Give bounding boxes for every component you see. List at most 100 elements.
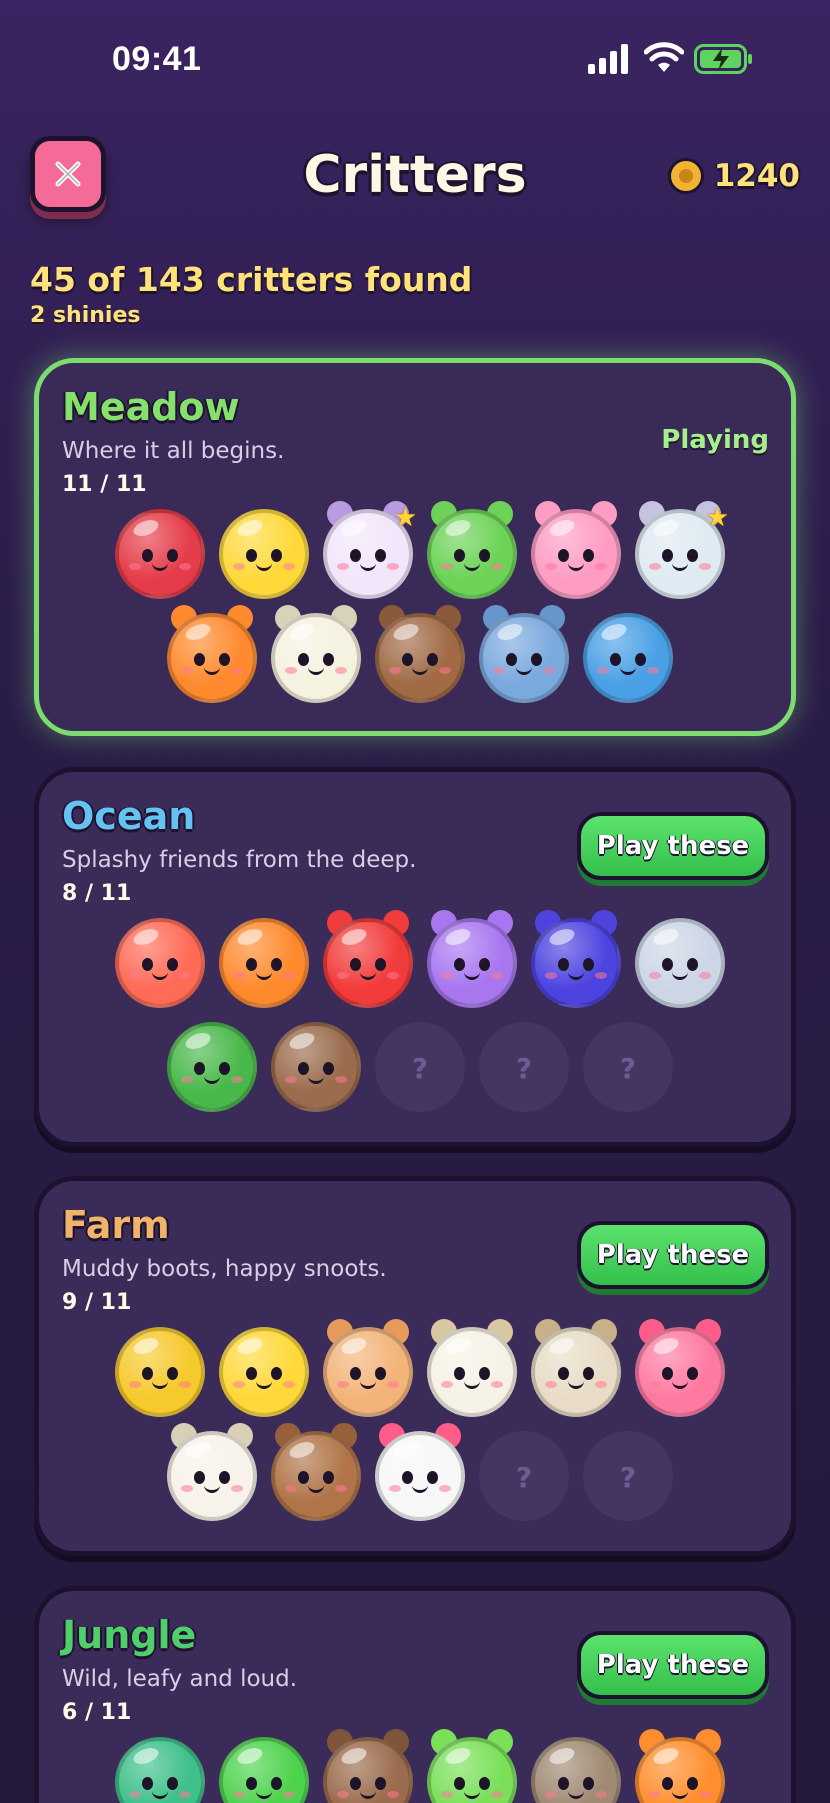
world-card-jungle: Jungle Wild, leafy and loud. 6 / 11 Play… — [34, 1586, 796, 1803]
critter-cheek — [699, 563, 711, 570]
world-progress-count: 9 / 11 — [62, 1290, 132, 1315]
critter-walrus[interactable] — [271, 1022, 361, 1112]
critter-body — [375, 613, 465, 703]
critter-bear[interactable] — [375, 605, 465, 703]
critter-turtle[interactable] — [167, 1022, 257, 1112]
critter-eye — [427, 1471, 438, 1484]
critter-body — [531, 1327, 621, 1417]
critter-sloth[interactable] — [531, 1737, 621, 1803]
critter-crab[interactable] — [115, 918, 205, 1008]
critter-polar-bear[interactable] — [167, 1423, 257, 1521]
battery-charging-icon — [694, 44, 752, 74]
critter-tiger[interactable] — [635, 1729, 725, 1803]
critter-eye — [194, 1471, 205, 1484]
critter-cheek — [335, 1485, 347, 1492]
critter-body — [167, 613, 257, 703]
critter-cheek — [285, 1485, 297, 1492]
critter-whale[interactable] — [583, 613, 673, 703]
critter-eye — [219, 653, 230, 666]
critter-eye — [323, 653, 334, 666]
critter-frog[interactable] — [427, 1729, 517, 1803]
critter-shiny-hamster[interactable]: ★ — [323, 501, 417, 599]
critter-body — [167, 1431, 257, 1521]
critter-frog[interactable] — [427, 501, 517, 599]
critter-monkey[interactable] — [323, 1729, 413, 1803]
critter-unknown-1[interactable]: ? — [375, 1022, 465, 1112]
critter-body — [115, 918, 205, 1008]
critter-eye — [583, 1777, 594, 1790]
critter-eye — [323, 1471, 334, 1484]
critter-sea-slug[interactable] — [531, 910, 621, 1008]
critter-elephant[interactable] — [479, 605, 569, 703]
critter-hamster[interactable] — [323, 1319, 413, 1417]
critter-pig[interactable] — [635, 1319, 725, 1417]
critter-cheek — [129, 972, 141, 979]
critter-body — [427, 509, 517, 599]
play-these-button[interactable]: Play these — [577, 1221, 769, 1289]
critter-eye — [558, 1367, 569, 1380]
critter-eye — [246, 549, 257, 562]
critter-eye — [454, 1777, 465, 1790]
critter-sheep[interactable] — [271, 605, 361, 703]
critter-cheek — [179, 972, 191, 979]
critter-fox[interactable] — [167, 605, 257, 703]
critter-bee[interactable] — [115, 1327, 205, 1417]
critter-cheek — [387, 972, 399, 979]
critter-seal[interactable] — [635, 918, 725, 1008]
world-card-meadow[interactable]: Meadow Where it all begins. 11 / 11 Play… — [34, 358, 796, 736]
critter-eye — [246, 1367, 257, 1380]
critter-eye — [219, 1062, 230, 1075]
critter-body — [323, 1327, 413, 1417]
world-progress-count: 8 / 11 — [62, 881, 132, 906]
critter-unknown-2[interactable]: ? — [583, 1431, 673, 1521]
critter-eye — [558, 1777, 569, 1790]
critter-unknown-3[interactable]: ? — [583, 1022, 673, 1112]
critter-cheek — [649, 1791, 661, 1798]
critter-eye — [167, 549, 178, 562]
critter-cheek — [595, 972, 607, 979]
critter-unknown-1[interactable]: ? — [479, 1431, 569, 1521]
critter-cheek — [491, 563, 503, 570]
critter-eye — [350, 1367, 361, 1380]
critter-cheek — [337, 972, 349, 979]
play-these-button[interactable]: Play these — [577, 812, 769, 880]
critter-bunny[interactable] — [531, 501, 621, 599]
critter-cheek — [699, 972, 711, 979]
critter-body — [583, 613, 673, 703]
critter-chick[interactable] — [219, 509, 309, 599]
critter-eye — [219, 1471, 230, 1484]
critter-cheek — [233, 1791, 245, 1798]
critter-body — [271, 1022, 361, 1112]
critter-eye — [271, 1367, 282, 1380]
critter-puffer[interactable] — [427, 910, 517, 1008]
critter-octopus[interactable] — [323, 910, 413, 1008]
critter-eye — [454, 1367, 465, 1380]
critter-body — [531, 918, 621, 1008]
critter-goat[interactable] — [531, 1319, 621, 1417]
critter-turtle[interactable] — [115, 1737, 205, 1803]
critter-eye — [687, 549, 698, 562]
critter-cheek — [699, 1791, 711, 1798]
critter-cheek — [545, 1381, 557, 1388]
critter-body — [323, 918, 413, 1008]
critter-ladybug[interactable] — [115, 509, 205, 599]
critter-chick[interactable] — [219, 1327, 309, 1417]
status-bar: 09:41 — [0, 0, 830, 120]
critter-shiny-cat[interactable]: ★ — [635, 501, 729, 599]
critter-eye — [375, 549, 386, 562]
critter-body — [427, 1327, 517, 1417]
world-description: Splashy friends from the deep. — [62, 847, 417, 873]
critter-cow[interactable] — [375, 1423, 465, 1521]
critter-cheek — [129, 1791, 141, 1798]
critter-sheep[interactable] — [427, 1319, 517, 1417]
critter-unknown-2[interactable]: ? — [479, 1022, 569, 1112]
critter-eye — [454, 549, 465, 562]
critter-eye — [350, 1777, 361, 1790]
critter-clownfish[interactable] — [219, 918, 309, 1008]
critter-eye — [479, 1367, 490, 1380]
critter-cheek — [283, 563, 295, 570]
critter-lizard[interactable] — [219, 1737, 309, 1803]
critter-cheek — [649, 563, 661, 570]
critter-cow-brown[interactable] — [271, 1423, 361, 1521]
play-these-button[interactable]: Play these — [577, 1631, 769, 1699]
